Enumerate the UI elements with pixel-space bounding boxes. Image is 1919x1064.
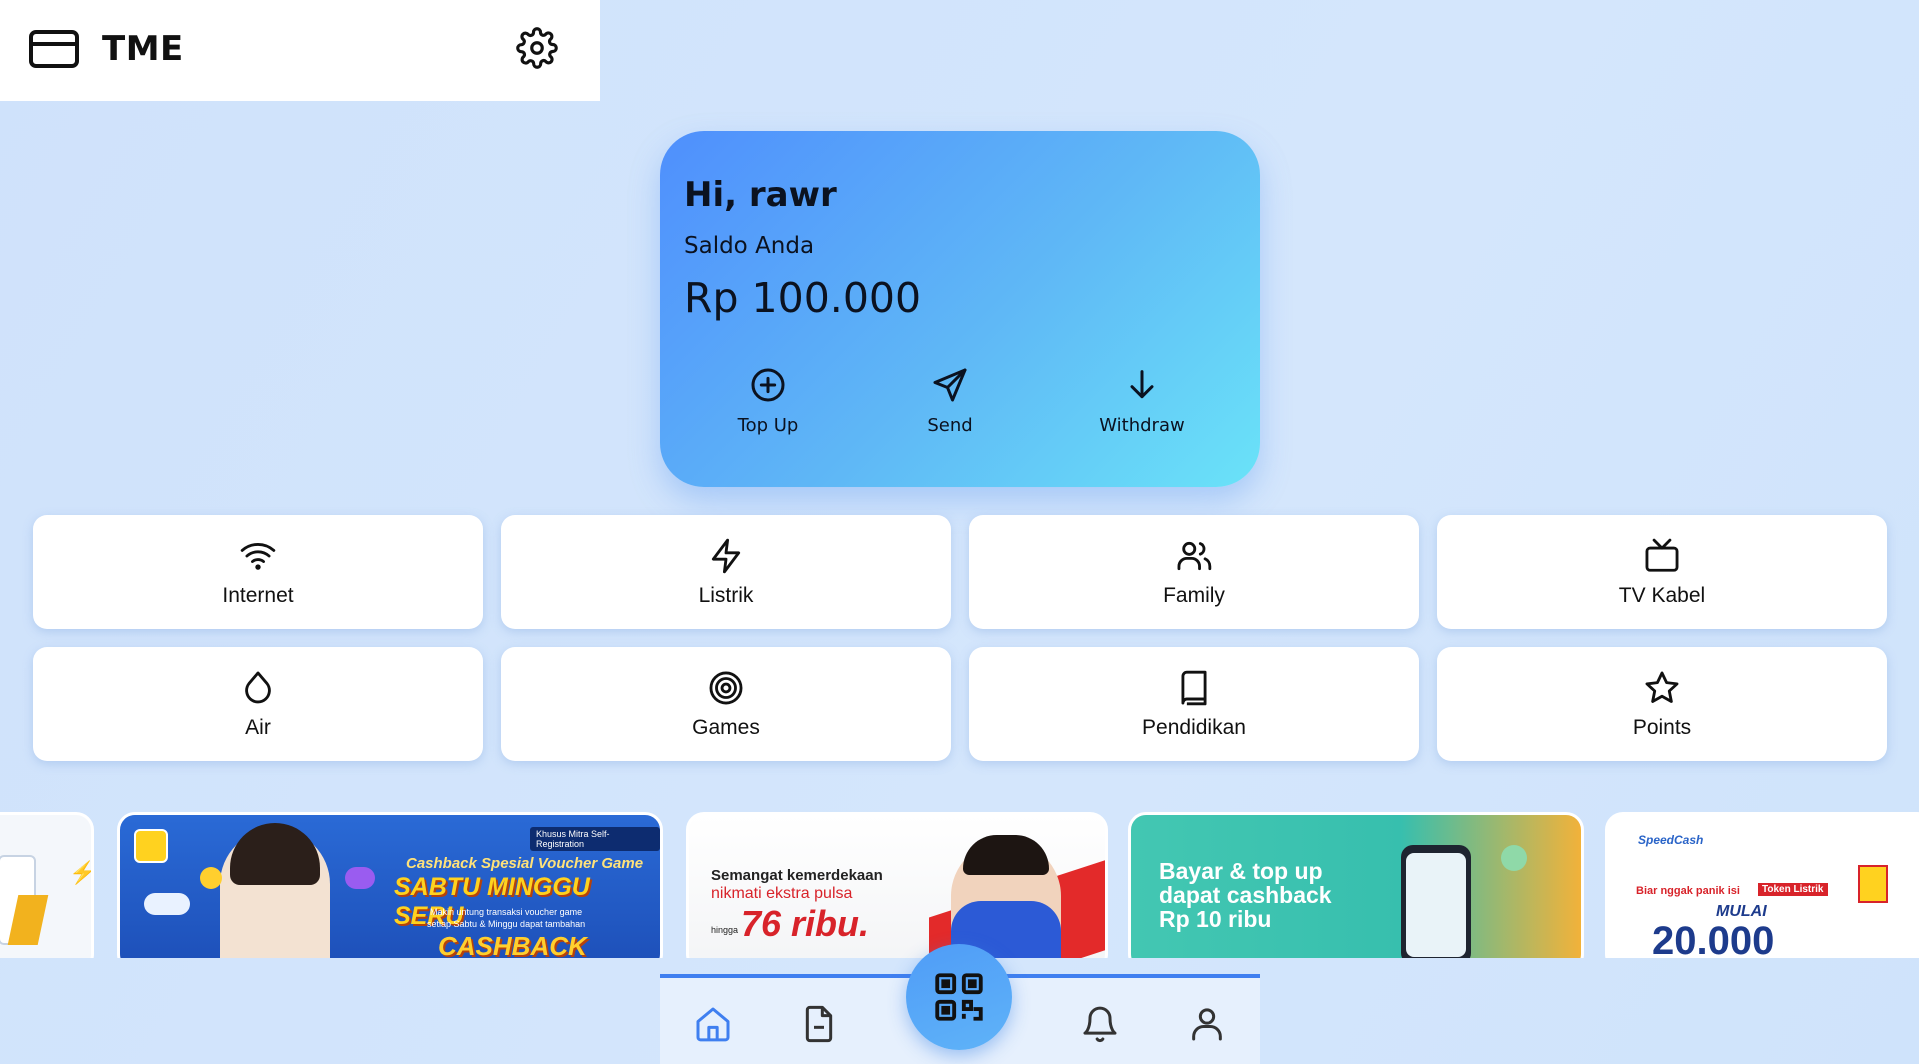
greeting: Hi, rawr [684,175,837,215]
promo-copy: hingga [711,925,739,935]
nav-history[interactable] [799,1004,839,1044]
promo-subtitle: nikmati ekstra pulsa [711,885,853,902]
send-button[interactable]: Send [885,365,1015,436]
book-icon [1181,670,1207,706]
promo-subtitle: Biar nggak panik isi [1636,885,1740,897]
tv-icon [1645,538,1679,572]
promo-banner[interactable]: ⚡ [0,812,94,958]
category-internet[interactable]: Internet [33,515,483,629]
promo-cashback: CASHBACK [438,931,587,958]
promo-banner-speedcash[interactable]: SpeedCash Biar nggak panik isi Token Lis… [1605,812,1919,958]
promo-copy: setiap Sabtu & Minggu dapat tambahan [427,919,586,929]
category-family[interactable]: Family [969,515,1419,629]
category-air[interactable]: Air [33,647,483,761]
category-label: Family [1163,584,1225,607]
category-listrik[interactable]: Listrik [501,515,951,629]
send-label: Send [927,415,973,436]
category-label: Pendidikan [1142,716,1246,739]
nav-profile[interactable] [1187,1004,1227,1044]
promo-banner-game[interactable]: Khusus Mitra Self-Registration Cashback … [117,812,663,958]
pln-logo-icon [1858,865,1888,903]
category-tv-kabel[interactable]: TV Kabel [1437,515,1887,629]
wifi-icon [240,543,276,570]
withdraw-label: Withdraw [1099,415,1185,436]
balance-amount: Rp 100.000 [684,274,922,322]
bell-icon [1083,1006,1117,1043]
gear-icon[interactable] [516,27,558,69]
promo-headline: 20.000 [1652,919,1775,958]
gamepad-icon [345,867,375,889]
promo-badge: Khusus Mitra Self-Registration [530,827,660,851]
target-icon [709,671,743,705]
category-games[interactable]: Games [501,647,951,761]
promo-copy: Makin untung transaksi voucher game [430,907,583,917]
plus-circle-icon [751,368,785,402]
star-icon [1645,671,1679,703]
promo-subtitle: Cashback Spesial Voucher Game [406,855,644,872]
card-icon [29,30,79,68]
nav-notifications[interactable] [1080,1004,1120,1044]
send-icon [933,368,967,402]
users-icon [1177,541,1212,571]
top-header: TME [0,0,600,101]
promo-headline-line2: dapat cashback [1159,882,1332,908]
category-label: TV Kabel [1618,584,1706,607]
promo-subtitle: Semangat kemerdekaan [711,867,883,884]
promo-headline: 76 ribu. [741,903,870,944]
category-label: Air [245,716,271,739]
cloud-decoration-icon [144,893,190,915]
phone-illustration [1401,845,1471,958]
qr-scan-button[interactable] [906,944,1012,1050]
promo-headline-line1: Bayar & top up [1159,858,1323,884]
person-illustration [951,835,1061,958]
brand-logo-icon [134,829,168,863]
category-points[interactable]: Points [1437,647,1887,761]
balance-label: Saldo Anda [684,233,815,259]
category-label: Points [1632,716,1692,739]
category-pendidikan[interactable]: Pendidikan [969,647,1419,761]
decoration-circle [1501,845,1527,871]
category-label: Listrik [698,584,754,607]
top-up-button[interactable]: Top Up [703,365,833,436]
person-illustration [220,823,330,958]
withdraw-button[interactable]: Withdraw [1077,365,1207,436]
droplet-icon [245,671,271,704]
document-icon [805,1005,833,1043]
arrow-down-icon [1130,370,1154,399]
coin-icon [200,867,222,889]
promo-carousel[interactable]: ⚡ Khusus Mitra Self-Registration Cashbac… [0,812,1919,958]
home-icon [696,1007,730,1042]
category-label: Internet [222,584,294,607]
promo-banner-cashback[interactable]: Bayar & top up dapat cashback Rp 10 ribu [1128,812,1584,958]
qr-code-icon [935,973,983,1021]
promo-tag: Token Listrik [1758,883,1828,896]
category-label: Games [692,716,760,739]
balance-card: Hi, rawr Saldo Anda Rp 100.000 Top Up Se… [660,131,1260,487]
promo-brand: SpeedCash [1638,833,1704,847]
promo-banner-pulsa[interactable]: Semangat kemerdekaan nikmati ekstra puls… [686,812,1108,958]
top-up-label: Top Up [737,415,799,436]
nav-home[interactable] [693,1004,733,1044]
lightning-decoration-icon: ⚡ [69,860,94,885]
user-icon [1192,1008,1222,1041]
promo-headline-line3: Rp 10 ribu [1159,906,1272,932]
lightning-icon [711,538,741,574]
app-title: TME [102,29,184,69]
